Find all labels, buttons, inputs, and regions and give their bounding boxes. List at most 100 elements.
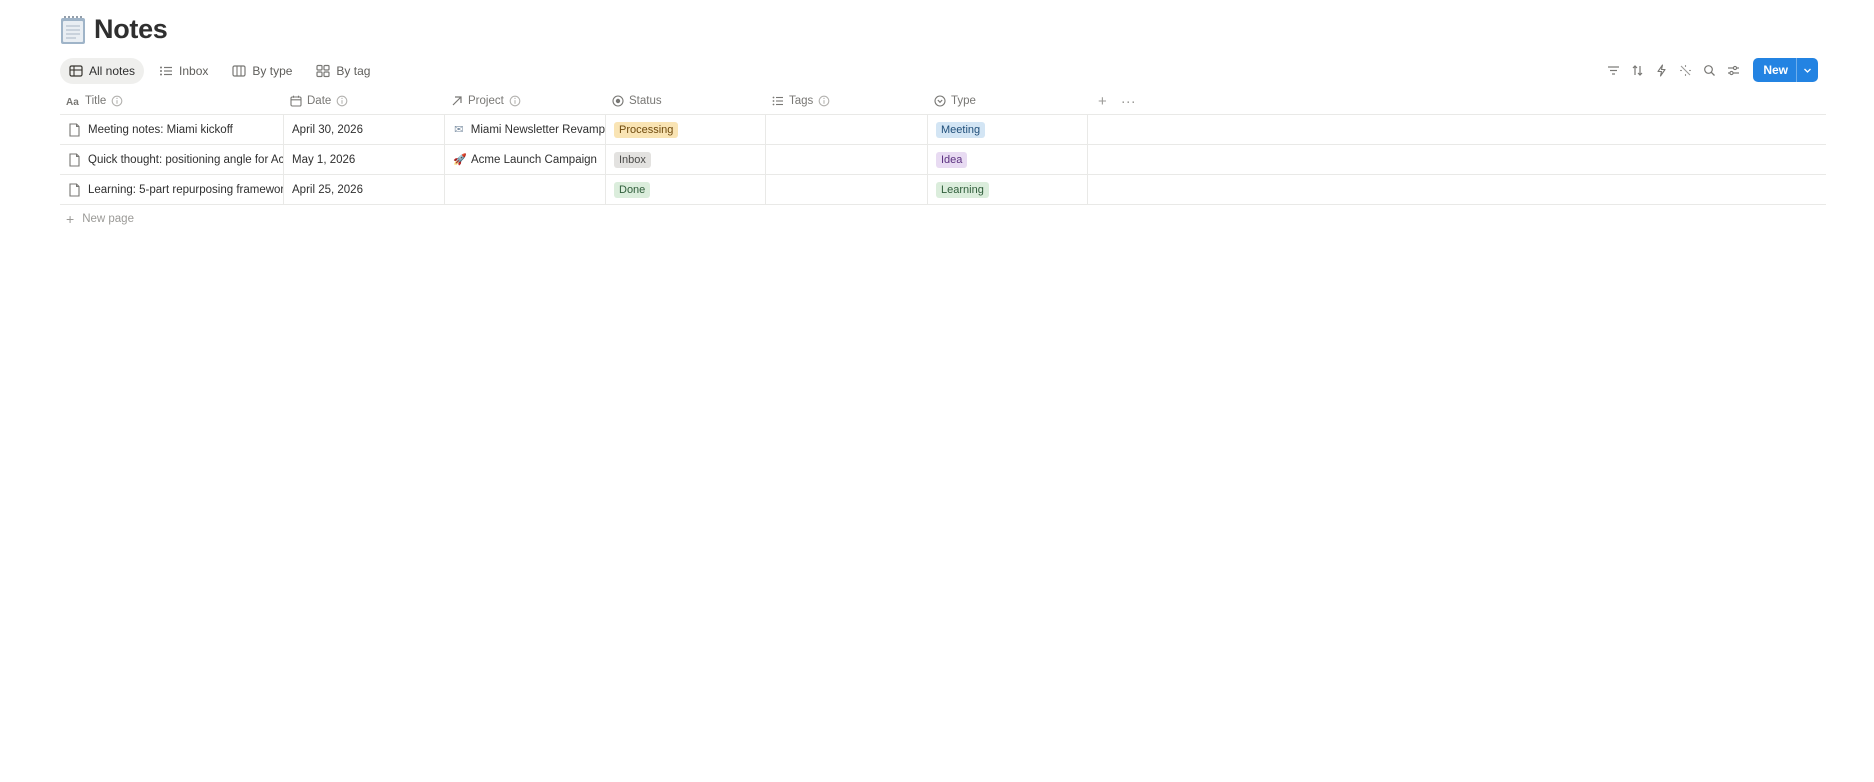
tab-label: By type [252,64,293,78]
chevron-down-icon[interactable] [1796,58,1818,82]
info-icon [336,95,348,107]
row-spacer [1088,145,1826,174]
search-icon [1703,64,1715,76]
title-cell[interactable]: Quick thought: positioning angle for Acm… [60,145,284,174]
project-cell[interactable] [445,175,606,204]
database-toolbar: New [1603,58,1818,82]
tab-label: All notes [89,64,136,78]
page-icon [69,182,80,197]
notes-table: Aa Title Date Project Status Tags Type +… [60,88,1826,205]
row-spacer [1088,115,1826,144]
info-icon [111,95,123,107]
page-title[interactable]: Notes [94,14,168,45]
status-cell[interactable]: Processing [606,115,766,144]
column-header-project[interactable]: Project [445,88,606,114]
info-icon [509,95,521,107]
column-header-title[interactable]: Aa Title [60,88,284,114]
status-badge: Done [614,181,651,198]
status-cell[interactable]: Done [606,175,766,204]
ai-button[interactable] [1675,58,1695,82]
column-label: Tags [789,95,814,107]
sort-icon [1632,64,1643,76]
page-icon [69,122,80,137]
column-label: Date [307,95,332,107]
page-icon [69,152,80,167]
automation-button[interactable] [1651,58,1671,82]
column-header-status[interactable]: Status [606,88,766,114]
project-link[interactable]: Acme Launch Campaign [471,154,597,166]
table-icon [69,65,83,77]
date-cell[interactable]: April 30, 2026 [284,115,445,144]
tab-label: By tag [336,64,371,78]
new-page-button[interactable]: + New page [66,212,134,226]
gallery-icon [316,64,331,78]
list-icon [160,66,173,76]
tab-by-tag[interactable]: By tag [307,58,379,84]
notepad-icon[interactable] [60,15,86,45]
column-label: Status [629,95,662,107]
row-title[interactable]: Quick thought: positioning angle for Acm… [88,154,283,166]
date-cell[interactable]: April 25, 2026 [284,175,445,204]
row-title[interactable]: Meeting notes: Miami kickoff [88,124,233,136]
type-badge: Idea [936,151,968,168]
magic-icon [1679,64,1691,76]
status-cell[interactable]: Inbox [606,145,766,174]
calendar-icon [290,95,302,107]
title-cell[interactable]: Meeting notes: Miami kickoff [60,115,284,144]
date-cell[interactable]: May 1, 2026 [284,145,445,174]
svg-text:Aa: Aa [66,97,79,107]
rocket-icon: 🚀 [453,154,467,166]
settings-icon [1727,65,1739,75]
table-row[interactable]: Meeting notes: Miami kickoff April 30, 2… [60,115,1826,145]
tab-by-type[interactable]: By type [223,58,301,84]
automation-icon [1657,63,1666,77]
new-button[interactable]: New [1753,58,1818,82]
project-cell[interactable]: ✉ Miami Newsletter Revamp [445,115,606,144]
type-cell[interactable]: Meeting [928,115,1088,144]
project-link[interactable]: Miami Newsletter Revamp [471,124,605,136]
new-button-label[interactable]: New [1753,58,1796,82]
tags-cell[interactable] [766,115,928,144]
relation-icon [452,96,462,106]
notes-page: Notes All notes Inbox By type By tag New… [0,0,1874,782]
tab-all-notes[interactable]: All notes [60,58,145,84]
tab-inbox[interactable]: Inbox [150,58,217,84]
column-label: Title [85,95,107,107]
column-header-date[interactable]: Date [284,88,445,114]
info-icon [818,95,830,107]
filter-button[interactable] [1603,58,1623,82]
multiselect-icon [772,96,783,106]
type-cell[interactable]: Idea [928,145,1088,174]
status-icon [612,95,624,107]
search-button[interactable] [1699,58,1719,82]
status-badge: Processing [614,121,679,138]
table-header: Aa Title Date Project Status Tags Type +… [60,88,1826,115]
filter-icon [1607,65,1619,75]
column-header-actions: + ··· [1088,88,1826,114]
tab-label: Inbox [179,64,209,78]
text-type-icon: Aa [66,97,79,107]
row-spacer [1088,175,1826,204]
column-header-tags[interactable]: Tags [766,88,928,114]
table-row[interactable]: Learning: 5-part repurposing framework A… [60,175,1826,205]
tags-cell[interactable] [766,145,928,174]
project-cell[interactable]: 🚀 Acme Launch Campaign [445,145,606,174]
settings-button[interactable] [1723,58,1743,82]
new-page-label: New page [82,213,134,225]
sort-button[interactable] [1627,58,1647,82]
type-badge: Meeting [936,121,986,138]
type-cell[interactable]: Learning [928,175,1088,204]
page-header: Notes [60,14,168,45]
title-cell[interactable]: Learning: 5-part repurposing framework [60,175,284,204]
status-badge: Inbox [614,151,651,168]
column-header-type[interactable]: Type [928,88,1088,114]
column-label: Project [468,95,504,107]
add-property-icon[interactable]: + [1098,93,1107,110]
envelope-icon: ✉ [454,124,464,136]
table-row[interactable]: Quick thought: positioning angle for Acm… [60,145,1826,175]
type-badge: Learning [936,181,989,198]
plus-icon: + [66,211,75,227]
tags-cell[interactable] [766,175,928,204]
more-options-icon[interactable]: ··· [1121,93,1136,110]
row-title[interactable]: Learning: 5-part repurposing framework [88,184,283,196]
